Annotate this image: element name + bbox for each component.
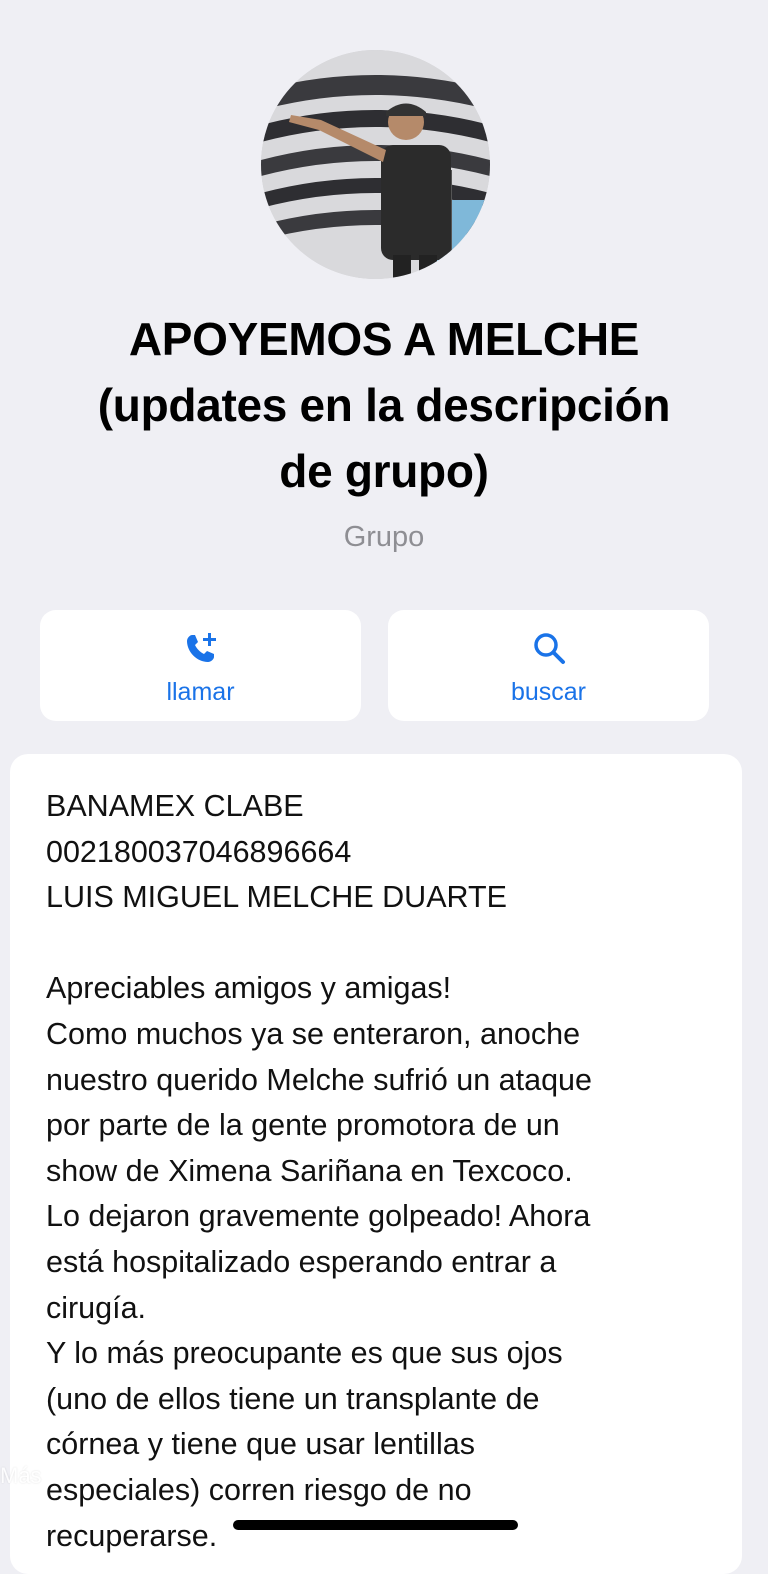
search-icon (388, 630, 709, 666)
bank-name-line: BANAMEX CLABE (46, 789, 304, 823)
message-line: Como muchos ya se enteraron, anoche (46, 1016, 581, 1051)
call-button-label: llamar (166, 678, 235, 706)
call-button[interactable]: llamar (40, 610, 361, 721)
group-title: APOYEMOS A MELCHE (updates en la descrip… (10, 306, 758, 504)
message-line: especiales) corren riesgo de no (46, 1472, 472, 1507)
group-description-card: BANAMEX CLABE 002180037046896664 LUIS MI… (10, 754, 742, 1574)
group-avatar[interactable] (261, 50, 490, 279)
message-line: Lo dejaron gravemente golpeado! Ahora (46, 1199, 591, 1234)
message-line: cirugía. (46, 1290, 147, 1325)
phone-add-icon (40, 630, 361, 666)
group-avatar-image (261, 50, 490, 279)
group-title-line: (updates en la descripción (97, 379, 671, 431)
message-line: Y lo más preocupante es que sus ojos (46, 1336, 563, 1371)
group-title-line: de grupo) (279, 445, 489, 497)
more-label[interactable]: Más (0, 1463, 42, 1489)
clabe-number-line: 002180037046896664 (46, 834, 352, 869)
group-type-label: Grupo (343, 521, 425, 553)
message-line: nuestro querido Melche sufrió un ataque (46, 1062, 592, 1097)
search-button[interactable]: buscar (388, 610, 709, 721)
message-line: Apreciables amigos y amigas! (46, 971, 452, 1006)
message-line: show de Ximena Sariñana en Texcoco. (46, 1153, 573, 1188)
account-holder-line: LUIS MIGUEL MELCHE DUARTE (46, 880, 507, 915)
message-line: por parte de la gente promotora de un (46, 1108, 560, 1143)
group-description-text: BANAMEX CLABE 002180037046896664 LUIS MI… (46, 784, 726, 1559)
message-line: córnea y tiene que usar lentillas (46, 1427, 475, 1462)
message-line: (uno de ellos tiene un transplante de (46, 1381, 540, 1416)
home-indicator[interactable] (233, 1520, 518, 1530)
search-button-label: buscar (510, 678, 587, 706)
message-line: está hospitalizado esperando entrar a (46, 1244, 557, 1279)
group-title-line: APOYEMOS A MELCHE (128, 313, 640, 365)
